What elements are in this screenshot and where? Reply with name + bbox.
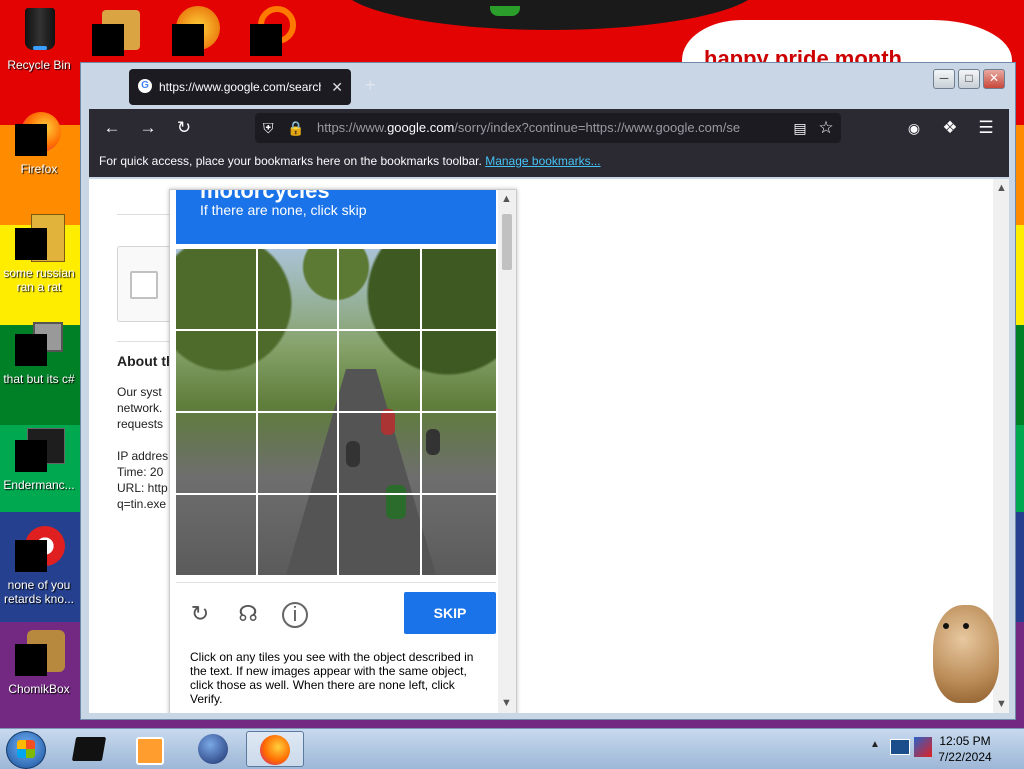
app-icon bbox=[15, 214, 65, 262]
desktop-icon-russian-rat[interactable]: some russian ran a rat bbox=[0, 214, 78, 294]
captcha-header: motorcycles If there are none, click ski… bbox=[176, 190, 496, 244]
taskbar-app-terminal[interactable] bbox=[62, 731, 116, 767]
page-content: About th Our syst network. requests IP a… bbox=[89, 179, 1009, 713]
network-icon[interactable] bbox=[890, 739, 910, 755]
bookmark-star-icon[interactable]: ☆ bbox=[815, 117, 837, 139]
close-window-button[interactable]: ✕ bbox=[983, 69, 1005, 89]
scroll-up-icon[interactable]: ▲ bbox=[996, 183, 1007, 194]
nav-toolbar: ← → ↻ ⛨ 🔒 https://www.google.com/sorry/i… bbox=[89, 109, 1009, 147]
captcha-instructions: Click on any tiles you see with the obje… bbox=[190, 650, 474, 706]
start-button[interactable] bbox=[6, 731, 46, 769]
body-line: requests bbox=[117, 417, 164, 431]
firefox-icon bbox=[15, 110, 63, 158]
menu-icon[interactable]: ☰ bbox=[975, 117, 997, 139]
desktop-icon-firefox[interactable]: Firefox bbox=[0, 110, 78, 176]
reload-icon[interactable]: ↻ bbox=[173, 117, 195, 139]
desktop-icon-endermanch[interactable]: Endermanc... bbox=[0, 426, 78, 492]
motorcycle bbox=[346, 441, 360, 467]
system-tray: ▲ 12:05 PM 7/22/2024 bbox=[866, 729, 1024, 769]
tab-title: https://www.google.com/search bbox=[159, 80, 321, 94]
clock-date: 7/22/2024 bbox=[938, 750, 992, 764]
info-icon[interactable]: i bbox=[282, 602, 308, 628]
desktop-icon-label: some russian ran a rat bbox=[3, 266, 75, 294]
pocket-icon[interactable]: ◉ bbox=[903, 117, 925, 139]
new-tab-icon[interactable]: + bbox=[365, 75, 376, 96]
body-line: Our syst bbox=[117, 385, 162, 399]
reader-view-icon[interactable]: ▤ bbox=[789, 117, 811, 139]
taskbar-app-media[interactable] bbox=[122, 731, 176, 767]
manage-bookmarks-link[interactable]: Manage bookmarks... bbox=[485, 154, 600, 168]
info-line: q=tin.exe bbox=[117, 497, 167, 511]
desktop-icon-label: Recycle Bin bbox=[7, 58, 71, 72]
tab-google-search[interactable]: G https://www.google.com/search ✕ bbox=[129, 69, 351, 105]
challenge-scrollbar[interactable]: ▲ ▼ bbox=[498, 190, 516, 713]
scroll-up-icon[interactable]: ▲ bbox=[501, 194, 512, 205]
bookmarks-toolbar: For quick access, place your bookmarks h… bbox=[89, 147, 1009, 177]
firefox-window: ─ □ ✕ G https://www.google.com/search ✕ … bbox=[80, 62, 1016, 720]
url-bar[interactable]: ⛨ 🔒 https://www.google.com/sorry/index?c… bbox=[255, 113, 841, 143]
tile-image-trees bbox=[176, 249, 496, 429]
maximize-button[interactable]: □ bbox=[958, 69, 980, 89]
desktop-icon-top-2[interactable] bbox=[170, 6, 230, 60]
minimize-button[interactable]: ─ bbox=[933, 69, 955, 89]
app-icon bbox=[15, 526, 65, 574]
recaptcha-checkbox[interactable] bbox=[130, 271, 158, 299]
tab-close-icon[interactable]: ✕ bbox=[331, 69, 343, 105]
desktop-icon-label: ChomikBox bbox=[8, 682, 70, 696]
desktop-icon-label: Firefox bbox=[20, 162, 58, 176]
captcha-image-grid[interactable] bbox=[176, 249, 496, 575]
bookmarks-hint: For quick access, place your bookmarks h… bbox=[99, 154, 482, 168]
desktop-icon-top-3[interactable] bbox=[248, 6, 308, 60]
challenge-scroll-thumb[interactable] bbox=[502, 214, 512, 270]
hamster-pet[interactable] bbox=[925, 605, 1005, 710]
tab-bar: G https://www.google.com/search ✕ + bbox=[129, 69, 629, 105]
google-favicon-icon: G bbox=[138, 79, 152, 93]
url-prefix: https://www. bbox=[317, 120, 388, 135]
taskbar-app-firefox[interactable] bbox=[246, 731, 304, 767]
tray-arrow-icon[interactable]: ▲ bbox=[870, 739, 880, 750]
desktop-icon-label: Endermanc... bbox=[3, 478, 75, 492]
desktop-icon-none-of-you[interactable]: none of you retards kno... bbox=[0, 526, 78, 606]
app-icon bbox=[15, 426, 65, 474]
info-line: URL: http bbox=[117, 481, 168, 495]
captcha-challenge: motorcycles If there are none, click ski… bbox=[169, 189, 517, 713]
lock-icon[interactable]: 🔒 bbox=[287, 113, 304, 143]
about-heading: About th bbox=[117, 353, 175, 369]
body-line: network. bbox=[117, 401, 163, 415]
motorcycle bbox=[386, 485, 406, 519]
audio-challenge-icon[interactable]: ☊ bbox=[234, 600, 262, 628]
desktop-icon-label: that but its c# bbox=[3, 372, 75, 386]
clock-time: 12:05 PM bbox=[939, 734, 991, 748]
url-host: google.com bbox=[387, 120, 455, 135]
shield-icon[interactable]: ⛨ bbox=[263, 113, 274, 143]
url-rest: /sorry/index?continue=https://www.google… bbox=[454, 120, 741, 135]
window-controls: ─ □ ✕ bbox=[933, 69, 1005, 89]
forward-icon[interactable]: → bbox=[137, 117, 159, 139]
desktop-icon-top-1[interactable] bbox=[92, 6, 152, 60]
app-icon bbox=[15, 320, 63, 368]
reload-challenge-icon[interactable]: ↻ bbox=[186, 600, 214, 628]
clock[interactable]: 12:05 PM 7/22/2024 bbox=[920, 733, 1010, 765]
captcha-subtitle: If there are none, click skip bbox=[200, 202, 367, 218]
back-icon[interactable]: ← bbox=[101, 117, 123, 139]
scroll-down-icon[interactable]: ▼ bbox=[501, 698, 512, 709]
extensions-icon[interactable]: ❖ bbox=[939, 117, 961, 139]
info-line: Time: 20 bbox=[117, 465, 164, 479]
recycle-bin-icon bbox=[15, 6, 63, 54]
desktop-icon-recycle-bin[interactable]: Recycle Bin bbox=[0, 6, 78, 72]
skip-button[interactable]: SKIP bbox=[404, 592, 496, 634]
taskbar: ▲ 12:05 PM 7/22/2024 bbox=[0, 728, 1024, 769]
desktop-icon-label: none of you retards kno... bbox=[3, 578, 75, 606]
taskbar-app-globe[interactable] bbox=[186, 731, 240, 767]
motorcycle bbox=[426, 429, 440, 455]
hamster-icon bbox=[15, 630, 65, 678]
desktop-icon-csharp[interactable]: that but its c# bbox=[0, 320, 78, 386]
desktop-icon-chomikbox[interactable]: ChomikBox bbox=[0, 630, 78, 696]
info-line: IP addres bbox=[117, 449, 169, 463]
